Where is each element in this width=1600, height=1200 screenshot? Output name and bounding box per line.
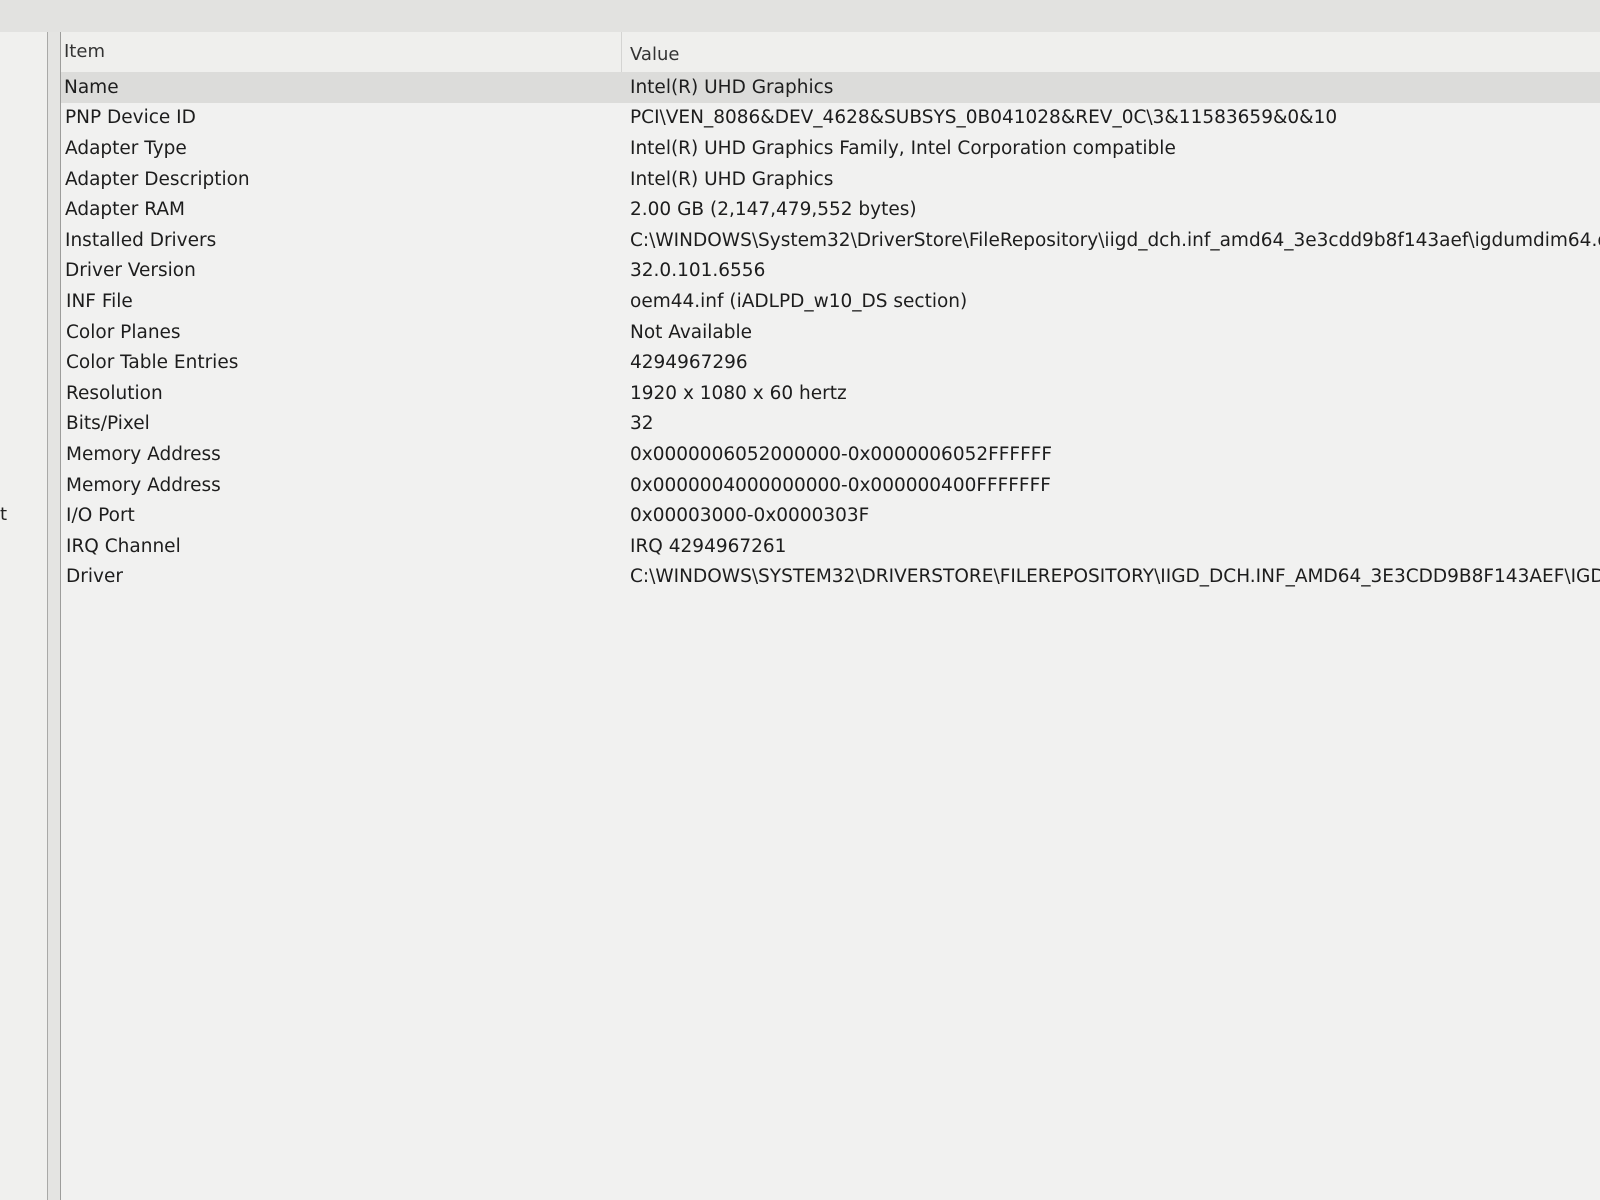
value-cell: Intel(R) UHD Graphics Family, Intel Corp… — [630, 137, 1176, 159]
item-cell: PNP Device ID — [65, 107, 196, 129]
value-cell: 32 — [630, 413, 654, 435]
details-list-view: Item Value Name Intel(R) UHD Graphics PN… — [61, 32, 1600, 1200]
system-information-window: t Item Value Name Intel(R) UHD Graphics … — [0, 0, 1600, 1200]
category-tree-pane[interactable]: t — [0, 32, 48, 1200]
value-cell: Not Available — [630, 321, 753, 343]
value-cell: 0x00003000-0x0000303F — [630, 505, 870, 527]
item-cell: Color Planes — [66, 321, 181, 343]
table-row[interactable]: I/O Port 0x00003000-0x0000303F — [61, 500, 1600, 531]
table-row[interactable]: Resolution 1920 x 1080 x 60 hertz — [61, 378, 1600, 409]
value-cell: oem44.inf (iADLPD_w10_DS section) — [630, 290, 968, 312]
value-cell: IRQ 4294967261 — [630, 535, 787, 557]
item-cell: Memory Address — [66, 443, 221, 465]
item-cell: INF File — [66, 290, 133, 312]
value-cell: 32.0.101.6556 — [630, 260, 766, 282]
table-row[interactable]: Adapter RAM 2.00 GB (2,147,479,552 bytes… — [61, 194, 1600, 225]
column-header-value[interactable]: Value — [622, 32, 1600, 72]
item-cell: Installed Drivers — [65, 229, 217, 251]
list-rows: Name Intel(R) UHD Graphics PNP Device ID… — [61, 72, 1600, 592]
table-row[interactable]: PNP Device ID PCI\VEN_8086&DEV_4628&SUBS… — [61, 103, 1600, 134]
table-row[interactable]: Bits/Pixel 32 — [61, 409, 1600, 440]
value-cell: 0x0000004000000000-0x000000400FFFFFFF — [630, 474, 1051, 496]
item-cell: I/O Port — [66, 505, 135, 527]
table-row[interactable]: Color Planes Not Available — [61, 317, 1600, 348]
table-row[interactable]: Installed Drivers C:\WINDOWS\System32\Dr… — [61, 225, 1600, 256]
table-row[interactable]: Memory Address 0x0000004000000000-0x0000… — [61, 470, 1600, 501]
table-row[interactable]: Color Table Entries 4294967296 — [61, 347, 1600, 378]
item-cell: Adapter RAM — [65, 199, 185, 221]
table-row[interactable]: Name Intel(R) UHD Graphics — [61, 72, 1600, 103]
value-cell: 4294967296 — [630, 352, 748, 374]
table-row[interactable]: Driver C:\WINDOWS\SYSTEM32\DRIVERSTORE\F… — [61, 562, 1600, 593]
item-cell: Bits/Pixel — [66, 413, 150, 435]
item-cell: Name — [64, 76, 119, 98]
table-row[interactable]: Adapter Description Intel(R) UHD Graphic… — [61, 164, 1600, 195]
table-row[interactable]: Driver Version 32.0.101.6556 — [61, 256, 1600, 287]
item-cell: Driver — [66, 566, 123, 588]
item-cell: Driver Version — [65, 260, 196, 282]
item-cell: Adapter Description — [65, 168, 250, 190]
table-row[interactable]: IRQ Channel IRQ 4294967261 — [61, 531, 1600, 562]
tree-item-text[interactable]: t — [0, 504, 7, 525]
column-header-item[interactable]: Item — [61, 32, 622, 72]
title-bar-area — [0, 0, 1600, 33]
item-cell: Memory Address — [66, 474, 221, 496]
table-row[interactable]: Memory Address 0x0000006052000000-0x0000… — [61, 439, 1600, 470]
value-cell: PCI\VEN_8086&DEV_4628&SUBSYS_0B041028&RE… — [630, 107, 1338, 129]
list-header: Item Value — [61, 32, 1600, 72]
table-row[interactable]: Adapter Type Intel(R) UHD Graphics Famil… — [61, 133, 1600, 164]
item-cell: Adapter Type — [65, 137, 187, 159]
pane-splitter[interactable] — [48, 32, 61, 1200]
value-cell: Intel(R) UHD Graphics — [630, 76, 834, 98]
item-cell: Color Table Entries — [66, 352, 239, 374]
value-cell: 1920 x 1080 x 60 hertz — [630, 382, 847, 404]
value-cell: C:\WINDOWS\SYSTEM32\DRIVERSTORE\FILEREPO… — [630, 566, 1600, 588]
item-cell: Resolution — [66, 382, 163, 404]
table-row[interactable]: INF File oem44.inf (iADLPD_w10_DS sectio… — [61, 286, 1600, 317]
value-cell: Intel(R) UHD Graphics — [630, 168, 834, 190]
value-cell: 2.00 GB (2,147,479,552 bytes) — [630, 199, 917, 221]
value-cell: 0x0000006052000000-0x0000006052FFFFFF — [630, 443, 1052, 465]
item-cell: IRQ Channel — [66, 535, 181, 557]
value-cell: C:\WINDOWS\System32\DriverStore\FileRepo… — [630, 229, 1600, 251]
